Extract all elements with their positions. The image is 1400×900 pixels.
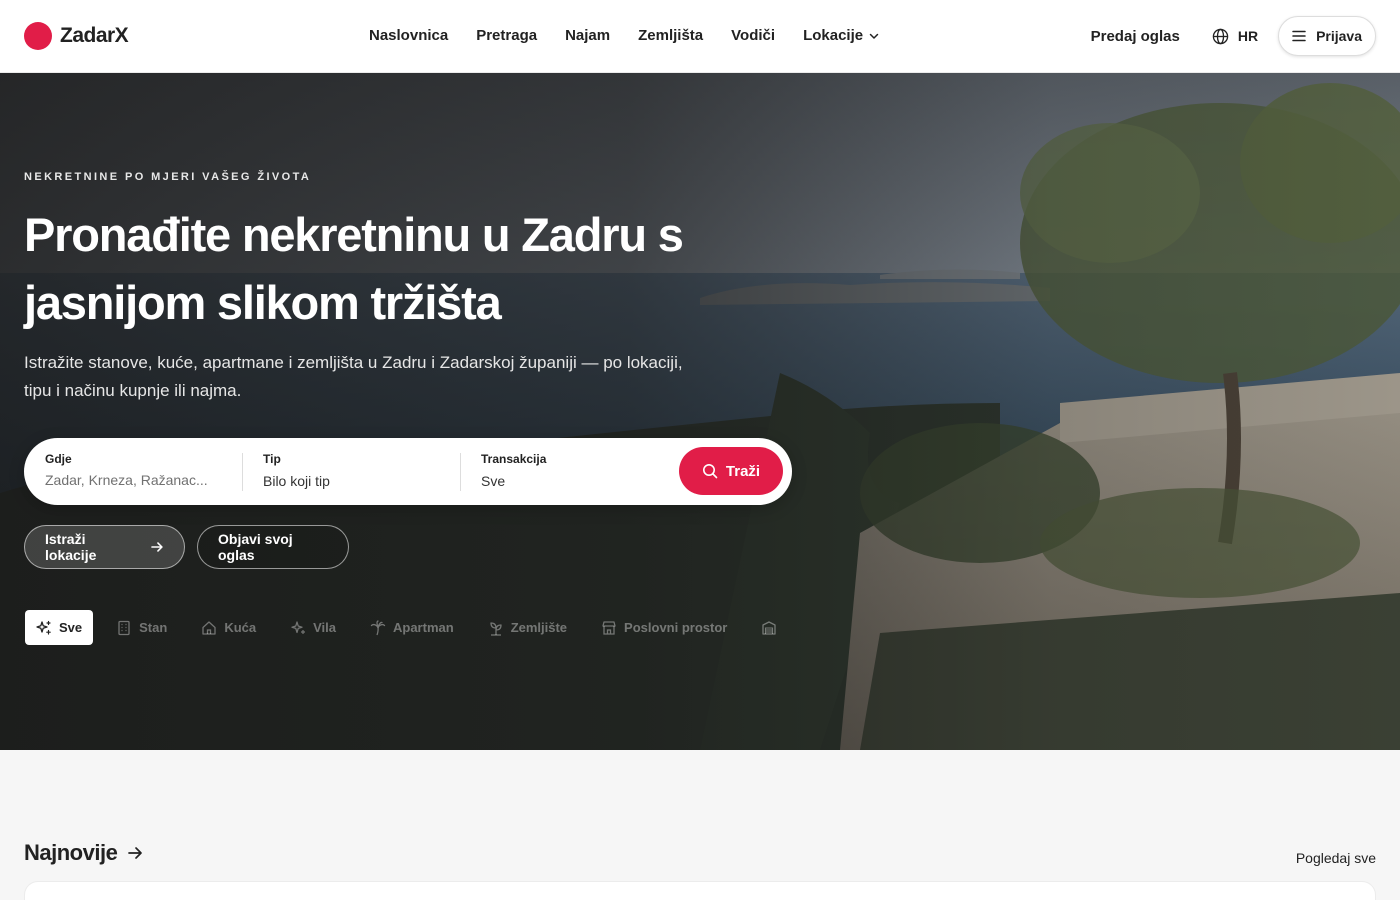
post-listing-label: Objavi svoj oglas (218, 531, 293, 563)
location-field[interactable]: Gdje (45, 452, 245, 490)
arrow-right-icon (128, 847, 143, 859)
hero-subtitle-line-2: tipu i načinu kupnje ili najma. (24, 381, 242, 400)
building-icon (118, 620, 130, 635)
logo[interactable]: ZadarX (24, 22, 129, 50)
header-actions: Predaj oglas HR Prijava (1091, 16, 1376, 56)
nav-item-naslovnica[interactable]: Naslovnica (369, 27, 448, 44)
language-label: HR (1237, 28, 1259, 44)
latest-title-label: Najnovije (24, 840, 118, 865)
hero-title-line-2: jasnijom slikom tržišta (24, 276, 502, 329)
garage-icon (762, 620, 776, 635)
transaction-label: Transakcija (481, 452, 547, 466)
category-label: Vila (313, 620, 336, 635)
search-bar: Gdje Tip Bilo koji tip Transakcija Sve T… (24, 438, 792, 505)
category-chip-stan[interactable]: Stan (105, 610, 178, 645)
category-label: Kuća (224, 620, 257, 635)
nav-item-lokacije-label: Lokacije (803, 27, 864, 44)
logo-text: ZadarX (60, 24, 129, 47)
menu-icon (1292, 30, 1306, 42)
nav-item-najam[interactable]: Najam (565, 27, 610, 44)
location-label: Gdje (45, 452, 72, 466)
explore-locations-label: Istraži lokacije (45, 531, 97, 563)
category-chip-garage[interactable] (750, 610, 795, 645)
globe-icon (1212, 28, 1229, 44)
home-icon (202, 620, 216, 635)
post-listing-button[interactable]: Objavi svoj oglas (197, 525, 349, 569)
sell-listing-link[interactable]: Predaj oglas (1091, 28, 1180, 45)
main-nav: Naslovnica Pretraga Najam Zemljišta Vodi… (369, 27, 908, 44)
hero-subtitle-line-1: Istražite stanove, kuće, apartmane i zem… (24, 353, 683, 372)
category-label: Poslovni prostor (624, 620, 728, 635)
category-chip-apartman[interactable]: Apartman (359, 610, 465, 645)
category-chip-kuca[interactable]: Kuća (190, 610, 267, 645)
nav-item-pretraga[interactable]: Pretraga (476, 27, 537, 44)
nav-item-lokacije[interactable]: Lokacije (803, 27, 880, 44)
arrow-right-icon (151, 542, 163, 552)
hero-section: NEKRETNINE PO MJERI VAŠEG ŽIVOTA Pronađi… (0, 73, 1400, 750)
sparkle-icon (291, 620, 306, 634)
latest-section-title[interactable]: Najnovije (24, 840, 143, 866)
transaction-value: Sve (481, 473, 506, 489)
category-chips: Sve Stan Kuća Vila Apartman Zemljište Po… (25, 610, 807, 645)
sprout-icon (490, 621, 502, 636)
type-label: Tip (263, 452, 281, 466)
category-chip-vila[interactable]: Vila (279, 610, 347, 645)
logo-mark (24, 22, 52, 50)
sparkles-icon (36, 620, 51, 635)
search-button-label: Traži (725, 462, 761, 480)
field-divider (242, 453, 243, 491)
category-label: Sve (59, 620, 83, 635)
chevron-down-icon (869, 33, 879, 39)
hero-title-line-1: Pronađite nekretninu u Zadru s (24, 208, 684, 261)
category-chip-sve[interactable]: Sve (25, 610, 94, 645)
category-label: Apartman (393, 620, 454, 635)
search-button[interactable]: Traži (679, 447, 783, 495)
hero-title: Pronađite nekretninu u Zadru s jasnijom … (24, 201, 724, 337)
location-input[interactable] (45, 472, 220, 488)
login-label: Prijava (1316, 28, 1362, 44)
hero-eyebrow: NEKRETNINE PO MJERI VAŠEG ŽIVOTA (24, 171, 312, 183)
transaction-select[interactable]: Transakcija Sve (481, 452, 681, 489)
store-icon (602, 620, 616, 635)
category-label: Zemljište (510, 620, 568, 635)
login-button[interactable]: Prijava (1278, 16, 1376, 56)
search-icon (702, 464, 718, 479)
type-select[interactable]: Tip Bilo koji tip (263, 452, 463, 489)
nav-item-zemljista[interactable]: Zemljišta (638, 27, 703, 44)
language-switcher[interactable]: HR (1212, 28, 1258, 45)
category-chip-zemljiste[interactable]: Zemljište (477, 610, 578, 645)
nav-item-vodici[interactable]: Vodiči (731, 27, 775, 44)
field-divider (460, 453, 461, 491)
site-header: ZadarX Naslovnica Pretraga Najam Zemljiš… (0, 0, 1400, 73)
see-all-link[interactable]: Pogledaj sve (1296, 850, 1376, 866)
listing-card[interactable] (24, 881, 1376, 900)
hero-subtitle: Istražite stanove, kuće, apartmane i zem… (24, 349, 704, 405)
category-label: Stan (139, 620, 168, 635)
category-chip-poslovni-prostor[interactable]: Poslovni prostor (590, 610, 738, 645)
explore-locations-button[interactable]: Istraži lokacije (24, 525, 185, 569)
palm-tree-icon (370, 619, 386, 635)
type-value: Bilo koji tip (263, 473, 330, 489)
